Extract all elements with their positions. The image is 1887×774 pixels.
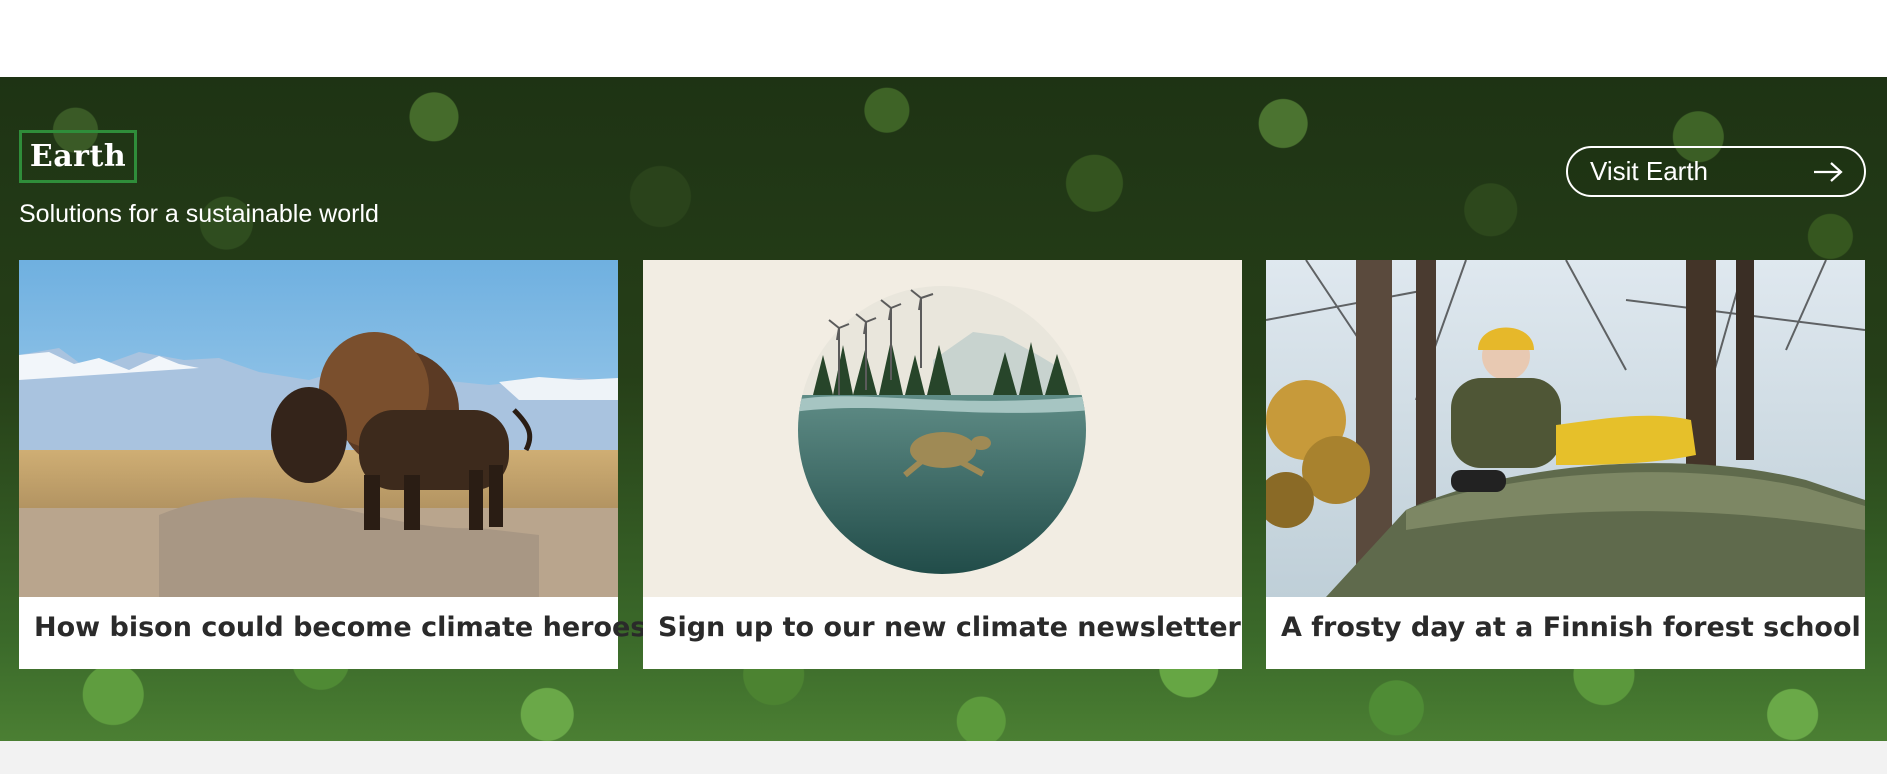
- newsletter-image: [643, 260, 1242, 597]
- visit-earth-button[interactable]: Visit Earth: [1566, 146, 1866, 197]
- section-tagline: Solutions for a sustainable world: [19, 200, 379, 228]
- earth-brand-logo[interactable]: Earth: [19, 130, 137, 183]
- story-card-newsletter[interactable]: Sign up to our new climate newsletter: [643, 260, 1242, 669]
- story-card-forest-school[interactable]: A frosty day at a Finnish forest school: [1266, 260, 1865, 669]
- bison-image: [19, 260, 618, 597]
- card-title[interactable]: How bison could become climate heroes: [34, 612, 646, 643]
- arrow-right-icon: [1814, 161, 1843, 182]
- visit-earth-label: Visit Earth: [1590, 156, 1709, 186]
- bottom-divider: [0, 741, 1887, 774]
- forest-school-image: [1266, 260, 1865, 597]
- card-title[interactable]: Sign up to our new climate newsletter: [658, 612, 1241, 643]
- brand-label: Earth: [29, 139, 127, 174]
- story-card-bison[interactable]: How bison could become climate heroes: [19, 260, 646, 669]
- card-title[interactable]: A frosty day at a Finnish forest school: [1281, 612, 1861, 643]
- top-spacer: [0, 0, 1887, 77]
